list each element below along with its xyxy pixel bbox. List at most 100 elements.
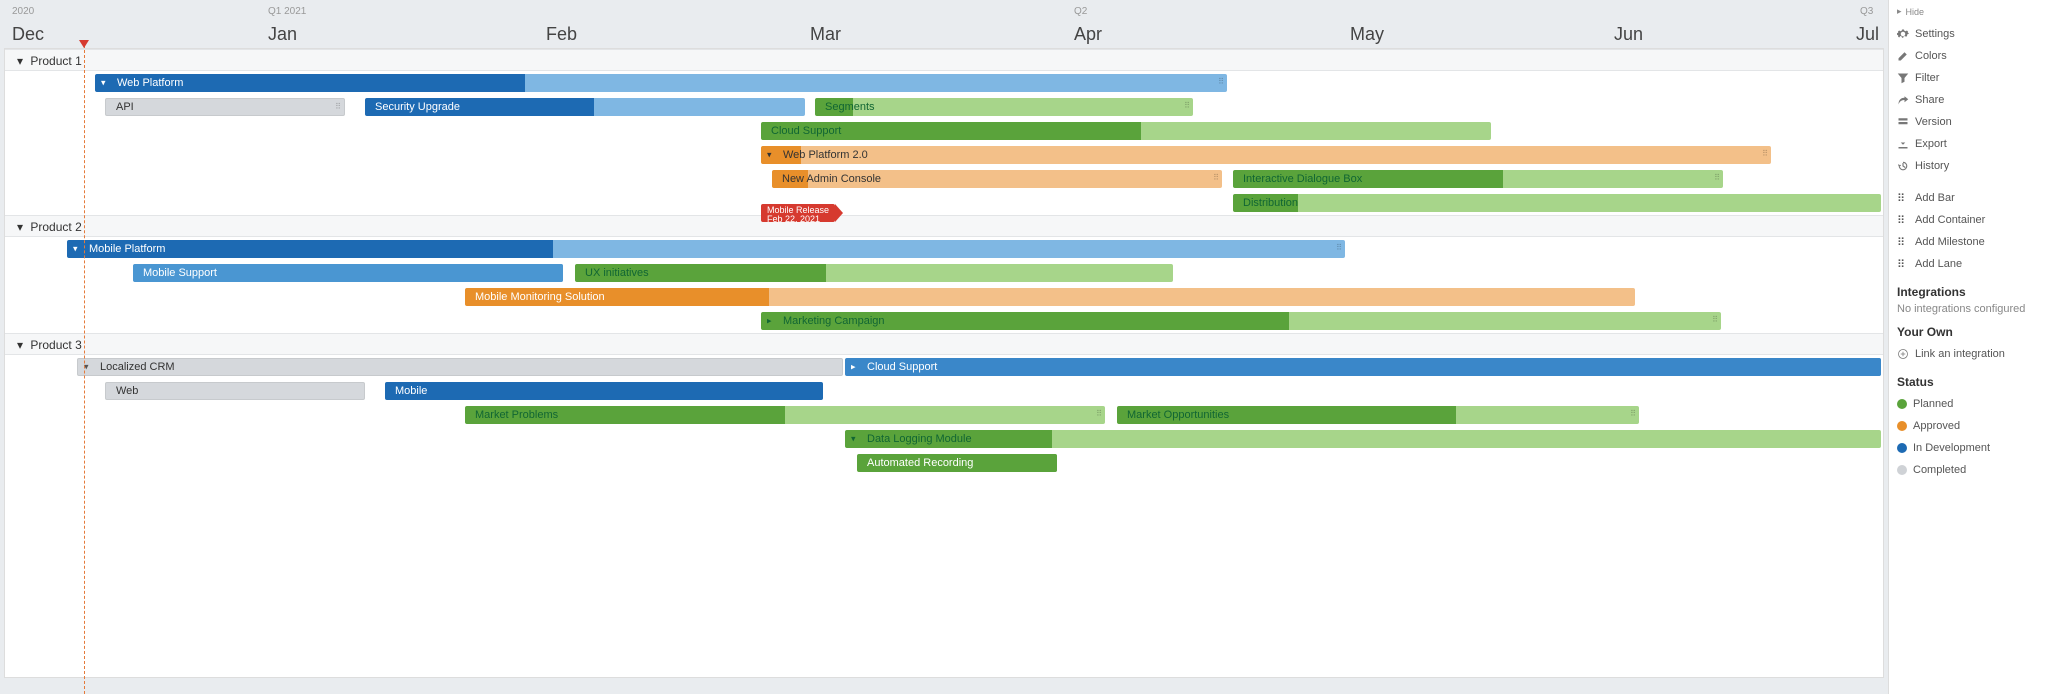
plus-circle-icon [1897, 348, 1909, 360]
status-label: Planned [1913, 398, 1953, 410]
status-approved[interactable]: Approved [1897, 415, 2040, 437]
bar-label: Mobile Platform [67, 243, 165, 255]
lane-header[interactable]: ▾ Product 1 [5, 49, 1883, 71]
drag-handle-icon[interactable]: ⠿ [1336, 243, 1342, 252]
gantt-body[interactable]: ▾ Product 1 ▾ Web Platform ⠿ [4, 48, 1884, 678]
sidebar-add-bar[interactable]: ⠿ Add Bar [1897, 187, 2040, 209]
chevron-right-icon: ▸ [767, 316, 772, 327]
lane-title: Product 1 [30, 54, 81, 68]
drag-handle-icon[interactable]: ⠿ [1096, 409, 1102, 418]
bar-mobile-monitoring[interactable]: Mobile Monitoring Solution [465, 288, 1635, 306]
chevron-down-icon: ▾ [17, 54, 23, 68]
bar-label: Web Platform 2.0 [761, 149, 868, 161]
lane-title: Product 3 [30, 338, 81, 352]
lane-title: Product 2 [30, 220, 81, 234]
sidebar-item-export[interactable]: Export [1897, 133, 2040, 155]
bar-mobile-p3[interactable]: Mobile [385, 382, 823, 400]
drag-handle-icon[interactable]: ⠿ [1213, 173, 1219, 182]
bar-mobile-platform[interactable]: ▾ Mobile Platform ⠿ [67, 240, 1345, 258]
hide-sidebar-button[interactable]: ▸ Hide [1897, 6, 2040, 17]
chevron-down-icon: ▾ [17, 338, 23, 352]
bar-interactive-dialogue[interactable]: Interactive Dialogue Box ⠿ [1233, 170, 1723, 188]
bar-web-platform[interactable]: ▾ Web Platform ⠿ [95, 74, 1227, 92]
sidebar-add-milestone[interactable]: ⠿ Add Milestone [1897, 231, 2040, 253]
sidebar-item-share[interactable]: Share [1897, 89, 2040, 111]
chevron-down-icon: ▾ [767, 150, 772, 161]
sidebar: ▸ Hide Settings Colors Filter Share Vers… [1888, 0, 2048, 694]
sidebar-add-container[interactable]: ⠿ Add Container [1897, 209, 2040, 231]
drag-handle-icon[interactable]: ⠿ [1712, 315, 1718, 324]
your-own-heading: Your Own [1897, 325, 2040, 339]
lane-header[interactable]: ▾ Product 2 Mobile Release Feb 22, 2021 [5, 215, 1883, 237]
bar-marketing-campaign[interactable]: ▸ Marketing Campaign ⠿ [761, 312, 1721, 330]
sidebar-item-settings[interactable]: Settings [1897, 23, 2040, 45]
sidebar-add-lane[interactable]: ⠿ Add Lane [1897, 253, 2040, 275]
version-icon [1897, 116, 1909, 128]
status-completed[interactable]: Completed [1897, 459, 2040, 481]
drag-handle-icon[interactable]: ⠿ [1630, 409, 1636, 418]
bar-new-admin-console[interactable]: New Admin Console ⠿ [772, 170, 1222, 188]
chevron-down-icon: ▾ [851, 434, 856, 445]
sidebar-item-colors[interactable]: Colors [1897, 45, 2040, 67]
sidebar-item-label: Export [1915, 138, 1947, 150]
status-label: In Development [1913, 442, 1990, 454]
drag-handle-icon[interactable]: ⠿ [1714, 173, 1720, 182]
bar-cloud-support[interactable]: Cloud Support [761, 122, 1491, 140]
share-icon [1897, 94, 1909, 106]
lane-header[interactable]: ▾ Product 3 [5, 333, 1883, 355]
status-dot-icon [1897, 443, 1907, 453]
bar-label: Automated Recording [857, 457, 973, 469]
status-heading: Status [1897, 375, 2040, 389]
quarter-label: Q2 [1074, 6, 1087, 17]
grip-icon: ⠿ [1897, 214, 1909, 226]
bar-mobile-support[interactable]: Mobile Support [133, 264, 563, 282]
sidebar-item-filter[interactable]: Filter [1897, 67, 2040, 89]
bar-distribution[interactable]: Distribution [1233, 194, 1881, 212]
bar-data-logging-module[interactable]: ▾ Data Logging Module [845, 430, 1881, 448]
status-dot-icon [1897, 465, 1907, 475]
bar-market-problems[interactable]: Market Problems ⠿ [465, 406, 1105, 424]
grip-icon: ⠿ [1897, 236, 1909, 248]
bar-label: Web [106, 385, 138, 397]
milestone-flag[interactable]: Mobile Release Feb 22, 2021 [761, 204, 835, 222]
bar-segments[interactable]: Segments ⠿ [815, 98, 1193, 116]
bar-label: Market Opportunities [1117, 409, 1229, 421]
lane-product-1: ▾ Product 1 ▾ Web Platform ⠿ [5, 49, 1883, 215]
chevron-down-icon: ▾ [101, 78, 106, 89]
bar-security-upgrade[interactable]: Security Upgrade [365, 98, 805, 116]
sidebar-item-label: Add Milestone [1915, 236, 1985, 248]
link-integration-button[interactable]: Link an integration [1897, 343, 2040, 365]
bar-ux-initiatives[interactable]: UX initiatives [575, 264, 1173, 282]
drag-handle-icon[interactable]: ⠿ [1218, 77, 1224, 86]
status-in-development[interactable]: In Development [1897, 437, 2040, 459]
drag-handle-icon[interactable]: ⠿ [335, 102, 341, 111]
sidebar-item-history[interactable]: History [1897, 155, 2040, 177]
bar-label: Security Upgrade [365, 101, 460, 113]
sidebar-item-label: Colors [1915, 50, 1947, 62]
status-dot-icon [1897, 399, 1907, 409]
bar-label: Segments [815, 101, 875, 113]
bar-web-p3[interactable]: Web [105, 382, 365, 400]
gear-icon [1897, 28, 1909, 40]
bar-label: Web Platform [95, 77, 183, 89]
drag-handle-icon[interactable]: ⠿ [1184, 101, 1190, 110]
bar-api[interactable]: API ⠿ [105, 98, 345, 116]
bar-automated-recording[interactable]: Automated Recording [857, 454, 1057, 472]
timeline-area: 2020 Q1 2021 Q2 Q3 Dec Jan Feb Mar Apr M… [0, 0, 1888, 694]
bar-web-platform-2[interactable]: ▾ Web Platform 2.0 ⠿ [761, 146, 1771, 164]
status-label: Completed [1913, 464, 1966, 476]
bar-cloud-support-p3[interactable]: ▸ Cloud Support [845, 358, 1881, 376]
grip-icon: ⠿ [1897, 258, 1909, 270]
bar-label: New Admin Console [772, 173, 881, 185]
status-planned[interactable]: Planned [1897, 393, 2040, 415]
sidebar-item-label: Add Bar [1915, 192, 1955, 204]
quarter-label: Q1 2021 [268, 6, 306, 17]
bar-label: Mobile Support [133, 267, 217, 279]
sidebar-item-version[interactable]: Version [1897, 111, 2040, 133]
bar-market-opportunities[interactable]: Market Opportunities ⠿ [1117, 406, 1639, 424]
bar-localized-crm[interactable]: ▾ Localized CRM [77, 358, 843, 376]
drag-handle-icon[interactable]: ⠿ [1762, 149, 1768, 158]
bar-label: Data Logging Module [845, 433, 972, 445]
chevron-down-icon: ▾ [73, 244, 78, 255]
bar-label: Mobile [385, 385, 427, 397]
